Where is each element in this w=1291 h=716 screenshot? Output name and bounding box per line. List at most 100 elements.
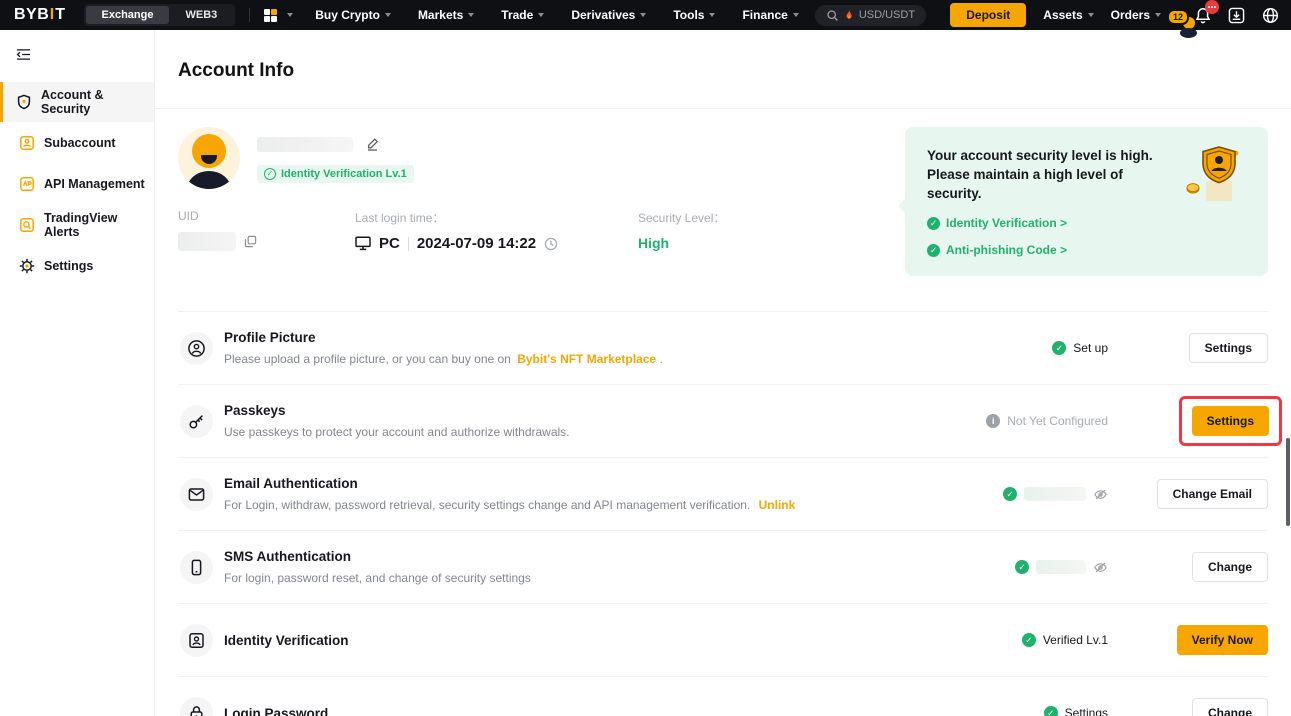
status-password-set: ✓Settings	[1044, 706, 1108, 716]
security-level-label: Security Level：	[638, 209, 725, 226]
sidebar-item-account-security[interactable]: Account & Security	[0, 82, 154, 122]
sidebar-item-api-management[interactable]: API Management	[0, 164, 154, 204]
chevron-down-icon	[538, 13, 544, 17]
status-verified: ✓Verified Lv.1	[1022, 633, 1108, 647]
security-level-block: Security Level： High	[638, 209, 725, 252]
last-login-block: Last login time： PC 2024-07-09 14:22	[355, 209, 638, 252]
lock-icon	[180, 697, 213, 716]
info-icon: i	[986, 414, 1000, 428]
sidebar-collapse-button[interactable]	[16, 48, 31, 66]
device-label: PC	[379, 235, 400, 252]
status-email-verified: ✓	[1003, 487, 1108, 502]
security-settings-list: Profile Picture Please upload a profile …	[178, 312, 1268, 716]
passkeys-settings-button[interactable]: Settings	[1192, 406, 1269, 436]
scrollbar-thumb[interactable]	[1286, 438, 1290, 526]
menu-derivatives[interactable]: Derivatives	[571, 8, 646, 22]
main-content: Account Info ✓ Identi	[155, 30, 1291, 716]
menu-assets[interactable]: Assets	[1043, 8, 1093, 22]
tab-exchange[interactable]: Exchange	[86, 6, 170, 24]
sidebar-item-subaccount[interactable]: Subaccount	[0, 123, 154, 163]
verify-now-button[interactable]: Verify Now	[1177, 625, 1268, 655]
gear-icon	[19, 258, 35, 274]
change-phone-button[interactable]: Change	[1192, 552, 1268, 582]
logo-text: BYB	[14, 6, 49, 24]
page-title: Account Info	[178, 60, 1268, 82]
check-icon: ✓	[1044, 706, 1058, 716]
flame-icon	[844, 9, 854, 21]
uid-block: UID	[178, 209, 355, 252]
row-title: Email Authentication	[224, 476, 795, 491]
menu-markets[interactable]: Markets	[418, 8, 474, 22]
menu-buy-crypto[interactable]: Buy Crypto	[315, 8, 391, 22]
smartphone-icon	[180, 551, 213, 584]
row-email-authentication: Email Authentication For Login, withdraw…	[178, 458, 1268, 531]
anti-phishing-code-link[interactable]: ✓ Anti-phishing Code >	[927, 243, 1246, 257]
globe-icon[interactable]	[1262, 7, 1279, 24]
search-icon	[826, 9, 839, 22]
nft-marketplace-link[interactable]: Bybit's NFT Marketplace	[517, 352, 656, 366]
subaccount-icon	[19, 135, 35, 151]
shield-illustration	[1184, 145, 1242, 207]
change-email-button[interactable]: Change Email	[1157, 479, 1268, 509]
identity-verification-link[interactable]: ✓ Identity Verification >	[927, 216, 1246, 230]
chevron-down-icon	[468, 13, 474, 17]
sidebar-item-label: Account & Security	[41, 88, 154, 116]
main-menu: Buy Crypto Markets Trade Derivatives Too…	[315, 8, 799, 22]
row-description: Please upload a profile picture, or you …	[224, 352, 663, 366]
last-login-label: Last login time：	[355, 209, 638, 226]
search-input[interactable]: USD/USDT	[815, 5, 926, 26]
profile-picture-settings-button[interactable]: Settings	[1189, 333, 1268, 363]
row-description: For Login, withdraw, password retrieval,…	[224, 498, 795, 512]
row-title: Identity Verification	[224, 633, 349, 648]
sidebar-item-settings[interactable]: Settings	[0, 246, 154, 286]
menu-tools[interactable]: Tools	[673, 8, 715, 22]
profile-section: ✓ Identity Verification Lv.1 UID	[178, 109, 1268, 312]
copy-icon[interactable]	[244, 235, 257, 248]
phone-redacted	[1036, 560, 1086, 574]
email-icon	[180, 478, 213, 511]
deposit-button[interactable]: Deposit	[950, 3, 1026, 27]
chevron-down-icon	[709, 13, 715, 17]
check-icon: ✓	[1052, 341, 1066, 355]
check-icon: ✓	[1015, 560, 1029, 574]
status-set-up: ✓Set up	[1052, 341, 1108, 355]
username-redacted	[257, 137, 353, 152]
passkey-icon	[180, 405, 213, 438]
chevron-down-icon	[1155, 13, 1161, 17]
row-identity-verification: Identity Verification ✓Verified Lv.1 Ver…	[178, 604, 1268, 677]
chevron-down-icon	[793, 13, 799, 17]
edit-pencil-icon[interactable]	[365, 137, 380, 152]
row-description: Use passkeys to protect your account and…	[224, 425, 570, 439]
status-not-configured: iNot Yet Configured	[986, 414, 1108, 428]
sidebar-item-label: Settings	[44, 259, 93, 273]
change-password-button[interactable]: Change	[1192, 698, 1268, 716]
annotation-highlight-box: Settings	[1179, 396, 1282, 446]
logo-i: I	[50, 6, 55, 24]
panel-title: Your account security level is high. Ple…	[927, 146, 1177, 203]
eye-slash-icon[interactable]	[1093, 560, 1108, 575]
unlink-link[interactable]: Unlink	[759, 498, 796, 512]
row-description: For login, password reset, and change of…	[224, 571, 531, 585]
row-title: Passkeys	[224, 403, 570, 418]
sidebar-item-tradingview-alerts[interactable]: TradingView Alerts	[0, 205, 154, 245]
menu-trade[interactable]: Trade	[501, 8, 544, 22]
email-redacted	[1024, 487, 1086, 501]
chevron-down-icon	[640, 13, 646, 17]
row-sms-authentication: SMS Authentication For login, password r…	[178, 531, 1268, 604]
apps-grid-button[interactable]	[264, 9, 293, 22]
download-icon[interactable]	[1228, 7, 1245, 24]
tab-web3[interactable]: WEB3	[169, 6, 233, 24]
status-phone-verified: ✓	[1015, 560, 1108, 575]
uid-value-redacted	[178, 232, 236, 251]
row-title: SMS Authentication	[224, 549, 531, 564]
eye-slash-icon[interactable]	[1093, 487, 1108, 502]
menu-finance[interactable]: Finance	[742, 8, 798, 22]
chevron-down-icon	[1088, 13, 1094, 17]
check-icon: ✓	[927, 217, 940, 230]
uid-label: UID	[178, 209, 355, 223]
menu-orders[interactable]: Orders	[1111, 8, 1161, 22]
row-passkeys: Passkeys Use passkeys to protect your ac…	[178, 385, 1268, 458]
avatar	[178, 127, 240, 189]
separator	[408, 237, 409, 251]
notifications-button[interactable]	[1195, 7, 1211, 24]
